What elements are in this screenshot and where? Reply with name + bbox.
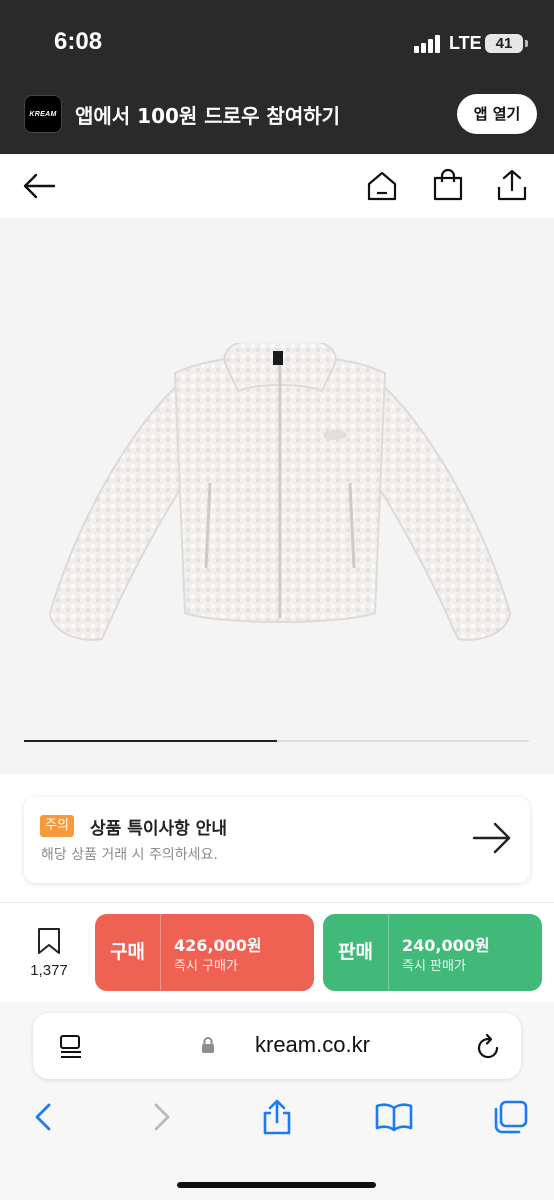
share-icon[interactable] bbox=[261, 1098, 293, 1136]
product-notice-card[interactable]: 주의 상품 특이사항 안내 해당 상품 거래 시 주의하세요. bbox=[24, 797, 530, 883]
wishlist-count: 1,377 bbox=[30, 962, 68, 979]
network-type: LTE bbox=[449, 33, 482, 53]
bookmarks-icon[interactable] bbox=[375, 1102, 413, 1132]
caution-badge: 주의 bbox=[40, 815, 74, 837]
reload-icon[interactable] bbox=[475, 1033, 501, 1061]
lock-icon bbox=[202, 1037, 214, 1053]
page-menu-icon[interactable] bbox=[58, 1033, 84, 1059]
tabs-icon[interactable] bbox=[492, 1100, 528, 1134]
wishlist-button[interactable]: 1,377 bbox=[22, 927, 76, 979]
notice-title: 상품 특이사항 안내 bbox=[90, 819, 227, 839]
forward-icon[interactable] bbox=[152, 1102, 172, 1132]
open-app-button[interactable]: 앱 열기 bbox=[457, 94, 537, 134]
back-arrow-icon[interactable] bbox=[22, 172, 56, 200]
share-icon[interactable] bbox=[496, 168, 528, 202]
carousel-progress-fill bbox=[24, 740, 277, 742]
battery-icon: 41 bbox=[485, 34, 523, 53]
buy-label: 구매 bbox=[95, 914, 161, 991]
kream-logo: KREAM bbox=[24, 95, 62, 133]
battery-tip bbox=[525, 40, 528, 47]
url-text: kream.co.kr bbox=[255, 1032, 370, 1057]
browser-chrome: kream.co.kr bbox=[0, 1002, 554, 1200]
signal-strength-icon bbox=[414, 33, 444, 53]
shopping-bag-icon[interactable] bbox=[432, 168, 464, 202]
battery-level: 41 bbox=[495, 35, 513, 52]
notice-subtitle: 해당 상품 거래 시 주의하세요. bbox=[41, 847, 218, 863]
product-image bbox=[48, 343, 512, 641]
bookmark-icon bbox=[38, 928, 60, 954]
buy-desc: 즉시 구매가 bbox=[174, 959, 238, 974]
sell-label: 판매 bbox=[323, 914, 389, 991]
address-bar[interactable]: kream.co.kr bbox=[33, 1013, 521, 1079]
sell-button[interactable]: 판매 240,000원 즉시 판매가 bbox=[323, 914, 542, 991]
sell-price: 240,000원 bbox=[402, 936, 490, 955]
back-icon[interactable] bbox=[33, 1102, 53, 1132]
status-time: 6:08 bbox=[54, 28, 103, 55]
app-promo-banner[interactable]: KREAM 앱에서 100원 드로우 참여하기 앱 열기 bbox=[0, 80, 554, 154]
sell-desc: 즉시 판매가 bbox=[402, 959, 466, 974]
home-indicator bbox=[177, 1182, 376, 1188]
product-image-carousel[interactable] bbox=[0, 218, 554, 774]
buy-price: 426,000원 bbox=[174, 936, 262, 955]
buy-button[interactable]: 구매 426,000원 즉시 구매가 bbox=[95, 914, 314, 991]
arrow-right-icon bbox=[472, 822, 511, 854]
home-icon[interactable] bbox=[366, 170, 398, 202]
top-nav bbox=[0, 154, 554, 218]
banner-text: 앱에서 100원 드로우 참여하기 bbox=[75, 104, 341, 128]
status-bar: 6:08 LTE 41 bbox=[0, 0, 554, 80]
trade-bar: 1,377 구매 426,000원 즉시 구매가 판매 240,000원 즉시 … bbox=[0, 902, 554, 1002]
